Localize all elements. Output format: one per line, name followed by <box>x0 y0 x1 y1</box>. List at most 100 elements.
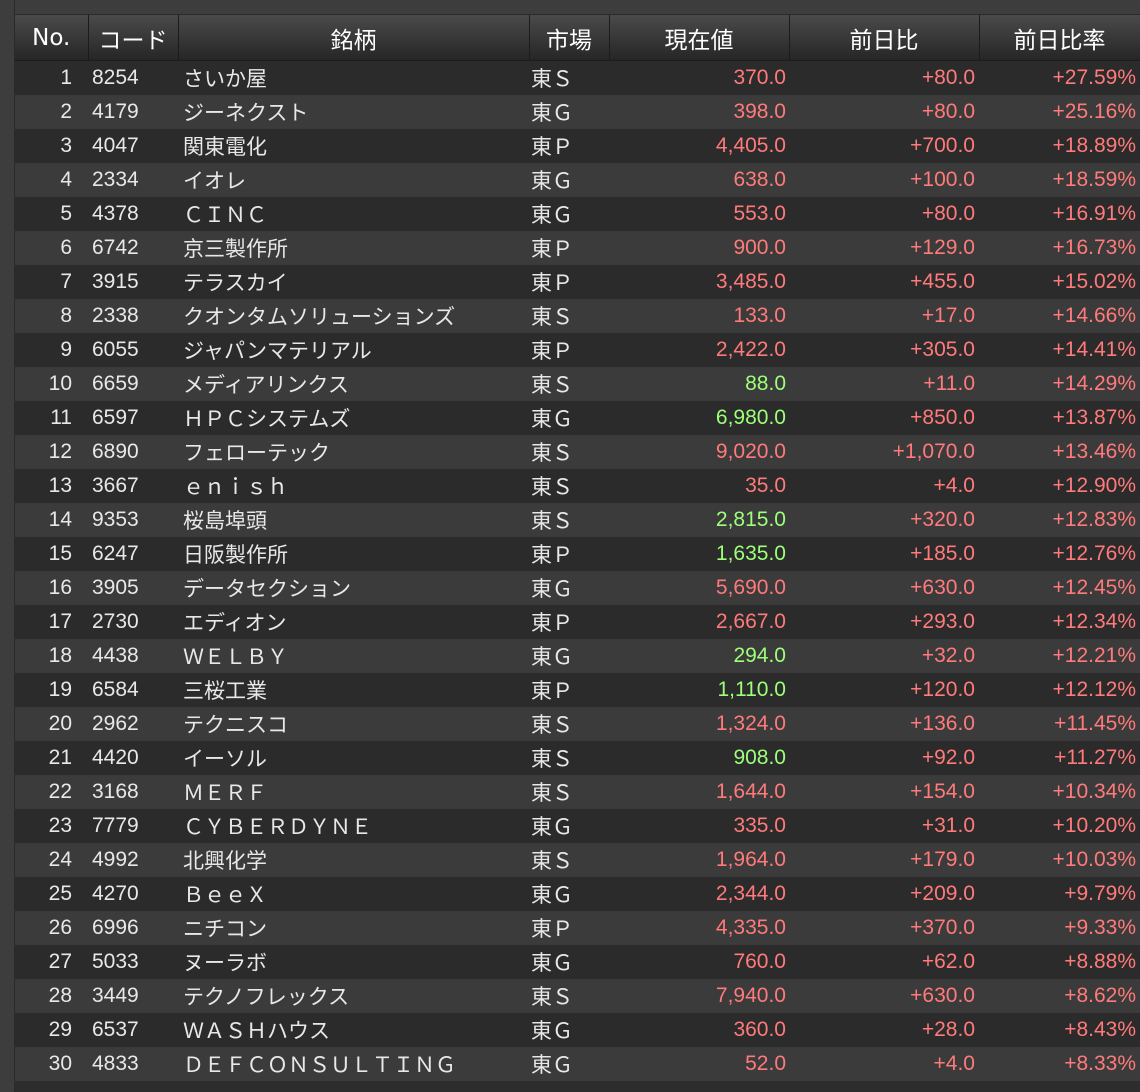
price-cell: 88.0 <box>609 367 789 401</box>
table-row[interactable]: 12 6890 フェローテック 東Ｓ 9,020.0 +1,070.0 +13.46% <box>15 435 1140 469</box>
price-cell: 3,485.0 <box>609 265 789 299</box>
table-row[interactable]: 15 6247 日阪製作所 東Ｐ 1,635.0 +185.0 +12.76% <box>15 537 1140 571</box>
rank-cell: 16 <box>15 571 88 605</box>
change-cell: +305.0 <box>789 333 979 367</box>
table-row[interactable]: 5 4378 ＣＩＮＣ 東Ｇ 553.0 +80.0 +16.91% <box>15 197 1140 231</box>
stock-name-cell: テラスカイ <box>178 265 529 299</box>
rank-cell: 15 <box>15 537 88 571</box>
column-header-no[interactable]: No. <box>15 15 89 61</box>
table-row[interactable]: 2 4179 ジーネクスト 東Ｇ 398.0 +80.0 +25.16% <box>15 95 1140 129</box>
change-pct-cell: +14.41% <box>979 333 1140 367</box>
table-row[interactable]: 19 6584 三桜工業 東Ｐ 1,110.0 +120.0 +12.12% <box>15 673 1140 707</box>
change-pct-cell: +16.73% <box>979 231 1140 265</box>
table-row[interactable]: 8 2338 クオンタムソリューションズ 東Ｓ 133.0 +17.0 +14.66% <box>15 299 1140 333</box>
change-cell: +11.0 <box>789 367 979 401</box>
rank-cell: 3 <box>15 129 88 163</box>
stock-name-cell: ＭＥＲＦ <box>178 775 529 809</box>
table-row[interactable]: 11 6597 ＨＰＣシステムズ 東Ｇ 6,980.0 +850.0 +13.87% <box>15 401 1140 435</box>
stock-name-cell: ＷＡＳＨハウス <box>178 1013 529 1047</box>
price-cell: 335.0 <box>609 809 789 843</box>
rank-cell: 26 <box>15 911 88 945</box>
table-row[interactable]: 17 2730 エディオン 東Ｐ 2,667.0 +293.0 +12.34% <box>15 605 1140 639</box>
table-row[interactable]: 28 3449 テクノフレックス 東Ｓ 7,940.0 +630.0 +8.62% <box>15 979 1140 1013</box>
table-row[interactable]: 10 6659 メディアリンクス 東Ｓ 88.0 +11.0 +14.29% <box>15 367 1140 401</box>
price-cell: 908.0 <box>609 741 789 775</box>
price-cell: 1,644.0 <box>609 775 789 809</box>
change-pct-cell: +27.59% <box>979 60 1140 95</box>
rank-cell: 30 <box>15 1047 88 1081</box>
column-header-code[interactable]: コード <box>88 15 179 61</box>
change-pct-cell: +12.83% <box>979 503 1140 537</box>
table-row[interactable]: 4 2334 イオレ 東Ｇ 638.0 +100.0 +18.59% <box>15 163 1140 197</box>
stock-name-cell: ｅｎｉｓｈ <box>178 469 529 503</box>
stock-name-cell: ニチコン <box>178 911 529 945</box>
change-pct-cell: +12.76% <box>979 537 1140 571</box>
column-header-change[interactable]: 前日比 <box>789 15 980 61</box>
change-cell: +17.0 <box>789 299 979 333</box>
table-row[interactable]: 25 4270 ＢｅｅＸ 東Ｇ 2,344.0 +209.0 +9.79% <box>15 877 1140 911</box>
change-pct-cell: +13.87% <box>979 401 1140 435</box>
table-row[interactable]: 20 2962 テクニスコ 東Ｓ 1,324.0 +136.0 +11.45% <box>15 707 1140 741</box>
column-header-market[interactable]: 市場 <box>529 15 610 61</box>
table-row[interactable]: 9 6055 ジャパンマテリアル 東Ｐ 2,422.0 +305.0 +14.41% <box>15 333 1140 367</box>
stock-name-cell: クオンタムソリューションズ <box>178 299 529 333</box>
stock-name-cell: ジーネクスト <box>178 95 529 129</box>
price-cell: 2,815.0 <box>609 503 789 537</box>
ranking-table-container[interactable]: No. コード 銘柄 市場 現在値 前日比 前日比率 1 8254 さいか屋 東Ｓ 37… <box>15 15 1140 1092</box>
table-row[interactable]: 18 4438 ＷＥＬＢＹ 東Ｇ 294.0 +32.0 +12.21% <box>15 639 1140 673</box>
table-row[interactable]: 6 6742 京三製作所 東Ｐ 900.0 +129.0 +16.73% <box>15 231 1140 265</box>
table-row[interactable]: 23 7779 ＣＹＢＥＲＤＹＮＥ 東Ｇ 335.0 +31.0 +10.20% <box>15 809 1140 843</box>
change-pct-cell: +18.89% <box>979 129 1140 163</box>
change-cell: +4.0 <box>789 1047 979 1081</box>
market-cell: 東Ｐ <box>529 333 609 367</box>
rank-cell: 1 <box>15 60 88 95</box>
column-header-name[interactable]: 銘柄 <box>178 15 530 61</box>
market-cell: 東Ｓ <box>529 707 609 741</box>
change-cell: +31.0 <box>789 809 979 843</box>
stock-name-cell: ＨＰＣシステムズ <box>178 401 529 435</box>
column-header-price[interactable]: 現在値 <box>609 15 790 61</box>
stock-name-cell: 京三製作所 <box>178 231 529 265</box>
price-cell: 398.0 <box>609 95 789 129</box>
change-pct-cell: +9.79% <box>979 877 1140 911</box>
code-cell: 2338 <box>88 299 178 333</box>
column-header-change-pct[interactable]: 前日比率 <box>979 15 1140 61</box>
table-row[interactable]: 26 6996 ニチコン 東Ｐ 4,335.0 +370.0 +9.33% <box>15 911 1140 945</box>
rank-cell: 18 <box>15 639 88 673</box>
table-row[interactable]: 24 4992 北興化学 東Ｓ 1,964.0 +179.0 +10.03% <box>15 843 1140 877</box>
code-cell: 6890 <box>88 435 178 469</box>
table-row[interactable]: 16 3905 データセクション 東Ｇ 5,690.0 +630.0 +12.45% <box>15 571 1140 605</box>
rank-cell: 24 <box>15 843 88 877</box>
table-row[interactable]: 22 3168 ＭＥＲＦ 東Ｓ 1,644.0 +154.0 +10.34% <box>15 775 1140 809</box>
stock-name-cell: ＢｅｅＸ <box>178 877 529 911</box>
change-cell: +320.0 <box>789 503 979 537</box>
change-cell: +850.0 <box>789 401 979 435</box>
code-cell: 6742 <box>88 231 178 265</box>
table-row[interactable]: 7 3915 テラスカイ 東Ｐ 3,485.0 +455.0 +15.02% <box>15 265 1140 299</box>
change-pct-cell: +25.16% <box>979 95 1140 129</box>
code-cell: 6584 <box>88 673 178 707</box>
change-cell: +293.0 <box>789 605 979 639</box>
price-cell: 9,020.0 <box>609 435 789 469</box>
change-cell: +370.0 <box>789 911 979 945</box>
window-left-strip <box>0 0 15 1092</box>
table-row[interactable]: 30 4833 ＤＥＦＣＯＮＳＵＬＴＩＮＧ 東Ｇ 52.0 +4.0 +8.33% <box>15 1047 1140 1081</box>
change-pct-cell: +10.34% <box>979 775 1140 809</box>
table-row[interactable]: 1 8254 さいか屋 東Ｓ 370.0 +80.0 +27.59% <box>15 60 1140 95</box>
rank-cell: 9 <box>15 333 88 367</box>
rank-cell: 14 <box>15 503 88 537</box>
code-cell: 3915 <box>88 265 178 299</box>
table-row[interactable]: 13 3667 ｅｎｉｓｈ 東Ｓ 35.0 +4.0 +12.90% <box>15 469 1140 503</box>
price-cell: 5,690.0 <box>609 571 789 605</box>
rank-cell: 6 <box>15 231 88 265</box>
table-row[interactable]: 29 6537 ＷＡＳＨハウス 東Ｇ 360.0 +28.0 +8.43% <box>15 1013 1140 1047</box>
market-cell: 東Ｇ <box>529 945 609 979</box>
code-cell: 3905 <box>88 571 178 605</box>
table-row[interactable]: 14 9353 桜島埠頭 東Ｓ 2,815.0 +320.0 +12.83% <box>15 503 1140 537</box>
change-pct-cell: +8.88% <box>979 945 1140 979</box>
change-pct-cell: +12.45% <box>979 571 1140 605</box>
table-row[interactable]: 3 4047 関東電化 東Ｐ 4,405.0 +700.0 +18.89% <box>15 129 1140 163</box>
rank-cell: 17 <box>15 605 88 639</box>
table-row[interactable]: 21 4420 イーソル 東Ｓ 908.0 +92.0 +11.27% <box>15 741 1140 775</box>
table-row[interactable]: 27 5033 ヌーラボ 東Ｇ 760.0 +62.0 +8.88% <box>15 945 1140 979</box>
